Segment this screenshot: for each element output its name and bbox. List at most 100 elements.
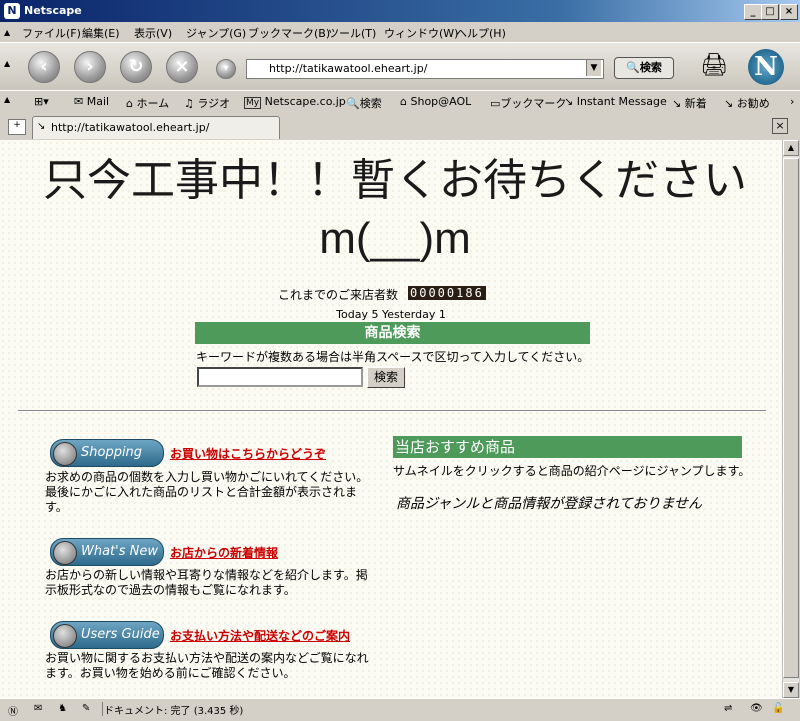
pill-ball-icon — [53, 442, 77, 466]
scroll-thumb[interactable] — [783, 158, 799, 678]
personal-mail-label: Mail — [86, 95, 110, 108]
personal-search[interactable]: 🔍検索 — [346, 95, 382, 111]
my-icon: My — [244, 97, 262, 109]
toolbar-search-label: 検索 — [639, 61, 662, 74]
connection-status-icon: ⇌ — [724, 703, 733, 714]
personal-instant-message[interactable]: ↘ Instant Message — [564, 95, 667, 108]
recommended-empty-note: 商品ジャンルと商品情報が登録されておりません — [396, 496, 703, 512]
whats-new-link[interactable]: お店からの新着情報 — [170, 544, 278, 561]
menu-bookmarks[interactable]: ブックマーク(B) — [248, 25, 330, 41]
lock-icon: 🔓 — [772, 703, 785, 714]
minimize-button[interactable]: _ — [744, 4, 762, 20]
menu-help[interactable]: ヘルプ(H) — [456, 25, 506, 41]
users-guide-button[interactable]: Users Guide — [50, 621, 164, 649]
page-content: 只今工事中！！暫くお待ちください m(__)m これまでのご来店者数 00000… — [0, 140, 782, 698]
page-icon: ↘ — [37, 121, 46, 132]
status-bar: Ⓝ ✉ ♞ ✎ ドキュメント: 完了 (3.435 秒) ⇌ 👁 🔓 — [0, 698, 800, 721]
personal-instant-message-label: Instant Message — [576, 95, 667, 108]
print-icon[interactable]: 🖨 — [700, 53, 728, 78]
menu-bar: ▲ ファイル(F) 編集(E) 表示(V) ジャンプ(G) ブックマーク(B) … — [0, 22, 800, 42]
personal-toolbar: ▲ ⊞▾ ✉ Mail ⌂ ホーム ♫ ラジオ My Netscape.co.j… — [0, 90, 800, 114]
personal-home-label: ホーム — [136, 97, 170, 110]
scroll-up-icon[interactable]: ▲ — [783, 140, 799, 156]
heading-line-1: 只今工事中！！暫くお待ちください — [43, 156, 747, 205]
personal-overflow-icon[interactable]: › — [790, 95, 794, 108]
vertical-scrollbar[interactable]: ▲ ▼ — [782, 140, 799, 698]
users-guide-link[interactable]: お支払い方法や配送などのご案内 — [170, 627, 350, 644]
link-icon: ↘ — [724, 97, 734, 110]
personal-radio[interactable]: ♫ ラジオ — [184, 95, 230, 111]
house-icon: ⌂ — [126, 97, 133, 110]
mail-status-icon[interactable]: ✉ — [34, 703, 42, 714]
netscape-logo-icon[interactable]: N — [748, 49, 784, 85]
personal-shop[interactable]: ⌂ Shop@AOL — [400, 95, 471, 108]
personal-bookmarks-label: ブックマーク — [500, 97, 567, 110]
visitor-label: これまでのご来店者数 — [278, 288, 399, 302]
whats-new-description: お店からの新しい情報や耳寄りな情報などを紹介します。掲示板形式なので過去の情報も… — [45, 568, 368, 597]
personal-netscape-label: Netscape.co.jp — [264, 95, 346, 108]
menu-edit[interactable]: 編集(E) — [82, 25, 120, 41]
menu-window[interactable]: ウィンドウ(W) — [384, 25, 458, 41]
menu-go[interactable]: ジャンプ(G) — [186, 25, 246, 41]
menu-tools[interactable]: ツール(T) — [328, 25, 376, 41]
whats-new-pill-label: What's New — [81, 544, 158, 559]
visitor-counter: 00000186 — [408, 286, 486, 300]
product-search-input[interactable] — [197, 367, 363, 387]
menu-grip-icon: ▲ — [4, 28, 11, 37]
composer-status-icon[interactable]: ✎ — [82, 703, 90, 714]
tab-current[interactable]: ↘ http://tatikawatool.eheart.jp/ — [32, 116, 280, 139]
navigation-toolbar: ▲ ‹ › ↻ × ▾ http://tatikawatool.eheart.j… — [0, 42, 800, 91]
shopping-button[interactable]: Shopping — [50, 439, 164, 467]
users-guide-pill-label: Users Guide — [81, 627, 160, 642]
tab-bar: + ↘ http://tatikawatool.eheart.jp/ × — [0, 113, 800, 139]
magnifier-icon: 🔍 — [626, 61, 640, 74]
netscape-app-icon: N — [4, 3, 20, 19]
history-dropdown-icon[interactable]: ▾ — [216, 59, 236, 79]
mail-icon: ✉ — [74, 95, 84, 108]
link-icon: ↘ — [672, 97, 682, 110]
headphones-icon: ♫ — [184, 97, 194, 110]
url-field[interactable]: http://tatikawatool.eheart.jp/ — [246, 59, 604, 79]
title-bar: N Netscape _ □ × — [0, 0, 800, 22]
whats-new-button[interactable]: What's New — [50, 538, 164, 566]
personal-recommend[interactable]: ↘ お勧め — [724, 95, 770, 111]
url-text: http://tatikawatool.eheart.jp/ — [269, 62, 428, 75]
home-tab-icon[interactable]: ⊞▾ — [34, 95, 49, 108]
personal-netscape[interactable]: My Netscape.co.jp — [244, 95, 346, 109]
stop-icon[interactable]: × — [166, 51, 198, 83]
reload-icon[interactable]: ↻ — [120, 51, 152, 83]
scroll-down-icon[interactable]: ▼ — [783, 682, 799, 698]
search-icon: 🔍 — [346, 97, 360, 110]
personal-home[interactable]: ⌂ ホーム — [126, 95, 169, 111]
product-search-button[interactable]: 検索 — [367, 367, 405, 388]
tab-title: http://tatikawatool.eheart.jp/ — [51, 121, 210, 134]
close-tab-icon[interactable]: × — [772, 118, 788, 134]
new-tab-icon[interactable]: + — [8, 119, 26, 135]
forward-arrow-icon[interactable]: › — [74, 51, 106, 83]
maximize-button[interactable]: □ — [761, 4, 779, 20]
personal-new-label: 新着 — [684, 97, 707, 110]
menu-file[interactable]: ファイル(F) — [22, 25, 81, 41]
personal-new[interactable]: ↘ 新着 — [672, 95, 707, 111]
toolbar-search-button[interactable]: 🔍検索 — [614, 57, 674, 79]
personal-radio-label: ラジオ — [197, 97, 231, 110]
status-text: ドキュメント: 完了 (3.435 秒) — [104, 706, 244, 717]
recommended-header: 当店おすすめ商品 — [393, 436, 742, 458]
users-guide-description: お買い物に関するお支払い方法や配送の案内などご覧になれます。お買い物を始める前に… — [45, 651, 369, 680]
recommended-description: サムネイルをクリックすると商品の紹介ページにジャンプします。 — [393, 464, 751, 478]
back-arrow-icon[interactable]: ‹ — [28, 51, 60, 83]
personal-mail[interactable]: ✉ Mail — [74, 95, 109, 108]
url-dropdown-icon[interactable]: ▼ — [586, 60, 601, 76]
divider — [18, 410, 766, 412]
pill-ball-icon — [53, 624, 77, 648]
shopping-link[interactable]: お買い物はこちらからどうぞ — [170, 445, 326, 462]
aim-status-icon[interactable]: ♞ — [58, 703, 67, 714]
menu-view[interactable]: 表示(V) — [134, 25, 172, 41]
heading-line-2: m(__)m — [319, 214, 471, 263]
window-title: Netscape — [24, 4, 82, 17]
toolbar-grip-icon: ▲ — [4, 59, 11, 68]
personal-grip-icon: ▲ — [4, 95, 11, 104]
close-window-button[interactable]: × — [780, 4, 798, 20]
personal-bookmarks[interactable]: ▭ブックマーク — [490, 95, 566, 111]
netscape-status-icon[interactable]: Ⓝ — [8, 703, 18, 718]
